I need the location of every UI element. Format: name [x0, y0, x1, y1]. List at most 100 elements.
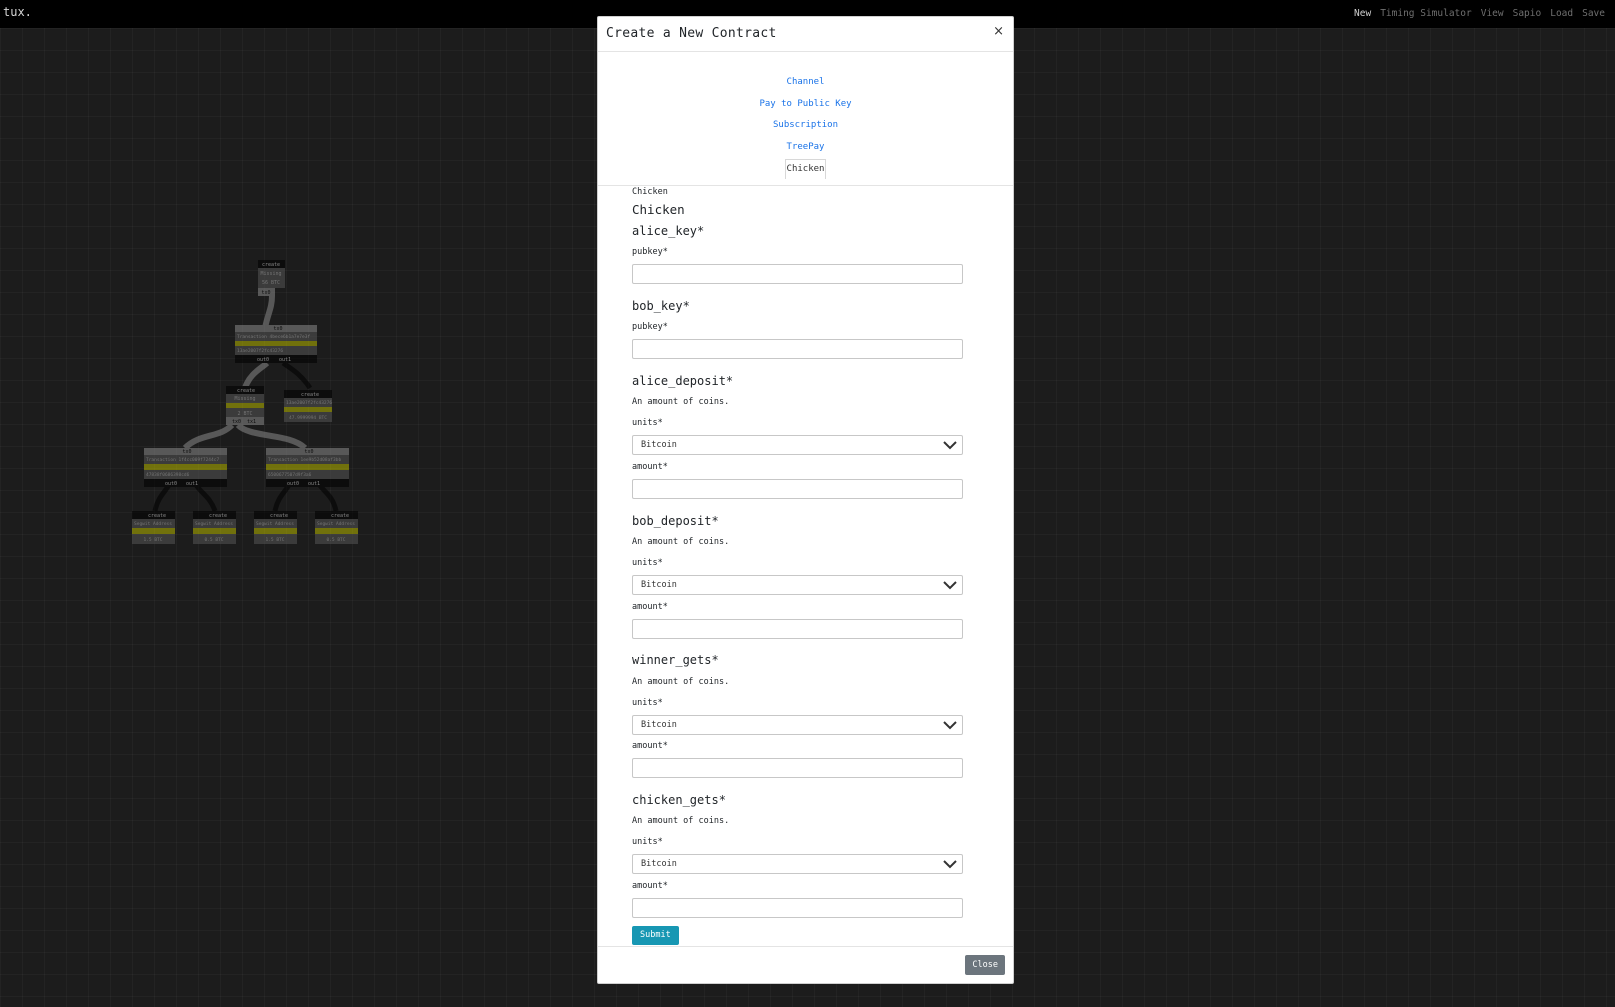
node-root[interactable]: create Missing 56 BTC tx0	[258, 260, 285, 296]
node-leaf-2[interactable]: create Segwit Address 0.5 BTC	[193, 511, 236, 544]
chicken-gets-units-label: units*	[632, 837, 663, 847]
contract-diagram[interactable]: create Missing 56 BTC tx0 tx0 Transactio…	[0, 28, 600, 628]
node-leaf-4-line2: 0.5 BTC	[327, 537, 346, 543]
node-tx-left-port1: out1	[186, 481, 198, 487]
node-root-header: create	[262, 262, 280, 268]
nav-new[interactable]: New	[1354, 8, 1371, 19]
bob-deposit-heading: bob_deposit*	[632, 514, 719, 528]
winner-gets-heading: winner_gets*	[632, 653, 719, 667]
alice-deposit-amount-input[interactable]	[632, 479, 963, 499]
node-root-port: tx0	[261, 290, 270, 296]
node-mid-left-header: create	[237, 388, 255, 394]
form-breadcrumb: Chicken	[632, 187, 668, 197]
nav-sapio[interactable]: Sapio	[1513, 8, 1542, 19]
chevron-down-icon	[943, 581, 957, 590]
bob-deposit-description: An amount of coins.	[632, 537, 730, 547]
winner-gets-amount-input[interactable]	[632, 758, 963, 778]
node-leaf-3-line2: 1.5 BTC	[266, 537, 285, 543]
node-mid-right-line2: 47.9999994 BTC	[289, 415, 327, 421]
node-tx-top-port0: out0	[257, 357, 269, 363]
nav-view[interactable]: View	[1481, 8, 1504, 19]
chicken-gets-description: An amount of coins.	[632, 816, 730, 826]
tab-pay-to-public-key[interactable]: Pay to Public Key	[598, 99, 1013, 109]
node-mid-right-line1: 13ae2007f2fc43276	[286, 400, 332, 406]
bob-deposit-units-label: units*	[632, 558, 663, 568]
alice-key-pubkey-label: pubkey*	[632, 247, 668, 257]
chicken-gets-heading: chicken_gets*	[632, 793, 726, 807]
tab-pay-to-public-key-label: Pay to Public Key	[759, 99, 852, 109]
close-icon[interactable]: ×	[993, 24, 1004, 39]
node-leaf-1-line2: 1.5 BTC	[144, 537, 163, 543]
tab-treepay-label: TreePay	[786, 142, 825, 152]
node-leaf-1[interactable]: create Segwit Address 1.5 BTC	[132, 511, 175, 544]
node-leaf-2-line1: Segwit Address	[195, 521, 233, 527]
bob-deposit-amount-input[interactable]	[632, 619, 963, 639]
edge-tx-midright	[281, 360, 313, 390]
node-mid-right[interactable]: create 13ae2007f2fc43276 47.9999994 BTC	[284, 390, 332, 422]
node-leaf-2-header: create	[209, 513, 227, 519]
submit-button[interactable]: Submit	[632, 926, 679, 945]
bob-deposit-units-select[interactable]: Bitcoin	[632, 575, 963, 595]
chevron-down-icon	[943, 860, 957, 869]
bob-key-input[interactable]	[632, 339, 963, 359]
brand-logo[interactable]: tux.	[3, 5, 32, 19]
alice-deposit-units-value: Bitcoin	[641, 440, 677, 450]
edge-txright-leaf4	[315, 481, 339, 512]
node-tx-right-port0: out0	[287, 481, 299, 487]
node-mid-left-line1: Missing	[234, 396, 255, 402]
node-tx-left[interactable]: tx0 Transaction 1f4cc009f7244c7 47838f06…	[144, 448, 227, 487]
tab-chicken[interactable]: Chicken	[598, 159, 1013, 179]
bob-key-heading: bob_key*	[632, 299, 690, 313]
node-mid-left-port0: tx0	[232, 419, 241, 425]
node-tx-right-header: tx0	[304, 449, 313, 455]
bob-key-pubkey-label: pubkey*	[632, 322, 668, 332]
chicken-gets-units-select[interactable]: Bitcoin	[632, 854, 963, 874]
create-contract-modal: Create a New Contract × Channel Pay to P…	[597, 16, 1014, 984]
node-leaf-3-header: create	[270, 513, 288, 519]
alice-deposit-units-label: units*	[632, 418, 663, 428]
node-mid-left[interactable]: create Missing 2 BTC tx0 tx1	[226, 386, 264, 425]
winner-gets-units-select[interactable]: Bitcoin	[632, 715, 963, 735]
modal-footer-divider	[598, 946, 1013, 947]
node-mid-left-line2: 2 BTC	[237, 411, 252, 417]
winner-gets-units-value: Bitcoin	[641, 720, 677, 730]
edge-midleft-txleft	[182, 422, 235, 451]
node-leaf-2-line2: 0.5 BTC	[205, 537, 224, 543]
nav-links: New Timing Simulator View Sapio Load Sav…	[1354, 8, 1605, 19]
node-leaf-3[interactable]: create Segwit Address 1.5 BTC	[254, 511, 297, 544]
node-leaf-1-header: create	[148, 513, 166, 519]
node-root-line2: 56 BTC	[262, 280, 280, 286]
tab-subscription-label: Subscription	[772, 120, 839, 130]
tab-treepay[interactable]: TreePay	[598, 142, 1013, 152]
node-tx-top[interactable]: tx0 Transaction 4bece6b1a7e7e3f 13ae2007…	[235, 325, 317, 363]
alice-key-input[interactable]	[632, 264, 963, 284]
node-tx-left-header: tx0	[182, 449, 191, 455]
node-tx-right-line1: Transaction 1ee9b52d08af3bb	[268, 457, 341, 463]
node-tx-left-line2: 47838f0686398cd6	[146, 472, 190, 478]
node-tx-left-line1: Transaction 1f4cc009f7244c7	[146, 457, 219, 463]
node-tx-top-line2: 13ae2007f2fc43276	[237, 348, 283, 354]
edge-txright-leaf3	[272, 481, 293, 512]
node-tx-top-line1: Transaction 4bece6b1a7e7e3f	[237, 334, 310, 340]
winner-gets-description: An amount of coins.	[632, 677, 730, 687]
alice-deposit-amount-label: amount*	[632, 462, 668, 472]
node-leaf-4[interactable]: create Segwit Address 0.5 BTC	[315, 511, 358, 544]
node-leaf-3-line1: Segwit Address	[256, 521, 294, 527]
bob-deposit-units-value: Bitcoin	[641, 580, 677, 590]
alice-deposit-units-select[interactable]: Bitcoin	[632, 435, 963, 455]
chicken-gets-amount-input[interactable]	[632, 898, 963, 918]
alice-deposit-heading: alice_deposit*	[632, 374, 734, 388]
nav-timing-simulator[interactable]: Timing Simulator	[1380, 8, 1472, 19]
nav-save[interactable]: Save	[1582, 8, 1605, 19]
close-button[interactable]: Close	[965, 955, 1005, 975]
node-tx-left-port0: out0	[165, 481, 177, 487]
tab-subscription[interactable]: Subscription	[598, 120, 1013, 130]
chicken-gets-units-value: Bitcoin	[641, 859, 677, 869]
node-leaf-4-line1: Segwit Address	[317, 521, 355, 527]
nav-load[interactable]: Load	[1550, 8, 1573, 19]
node-tx-top-header: tx0	[273, 326, 282, 332]
node-tx-right[interactable]: tx0 Transaction 1ee9b52d08af3bb 65006775…	[266, 448, 349, 487]
tab-channel[interactable]: Channel	[598, 77, 1013, 87]
chevron-down-icon	[943, 441, 957, 450]
node-tx-right-line2: 6500677507d9f3a6	[268, 472, 312, 478]
